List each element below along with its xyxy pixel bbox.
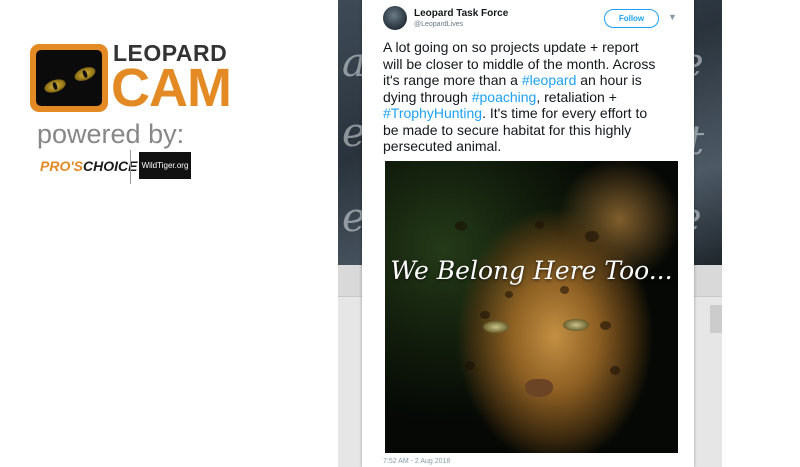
tweet-text-segment: it's range more than a [383,72,522,88]
hashtag-link[interactable]: #leopard [522,72,577,88]
tweet-card: Leopard Task Force @LeopardLives Follow … [362,0,694,467]
branding-panel: LEOPARD CAM powered by: PRO'SCHOICE Wild… [0,0,330,467]
tweet-timestamp[interactable]: 7:52 AM - 2 Aug 2018 [383,458,450,465]
tweet-text-segment: dying through [383,88,472,105]
hashtag-link[interactable]: #poaching [472,89,537,105]
tweet-text-line: will be closer to middle of the month. A… [383,56,683,73]
logo-title-big: CAM [111,58,232,118]
tweet-text-line: A lot going on so projects update + repo… [383,39,683,56]
avatar[interactable] [383,6,407,30]
tweet-text-segment: . It's time for every effort to [482,105,648,121]
tweet-text-line: persecuted animal. [383,138,683,155]
tweet-text-line: dying through #poaching, retaliation + [383,89,683,106]
leopard-cam-logo-icon [30,44,108,112]
tweet-text-segment: will be closer to middle of the month. A… [383,55,656,72]
leopard-eye-icon [563,319,589,331]
tweet-text-line: it's range more than a #leopard an hour … [383,72,683,89]
leopard-eye-icon [483,321,509,333]
side-scroll-handle[interactable] [710,305,722,333]
powered-by-label: powered by: [37,119,185,149]
sponsor-divider [130,150,131,184]
hashtag-link[interactable]: #TrophyHunting [383,105,482,121]
wildtiger-logo: WildTiger.org [139,152,191,179]
leopard-eye-icon [72,64,98,84]
chevron-down-icon[interactable]: ▼ [668,12,677,22]
tweet-text-segment: be made to secure habitat for this highl… [383,121,632,138]
tweet-text: A lot going on so projects update + repo… [383,39,683,155]
follow-button[interactable]: Follow [604,9,659,28]
tweet-image-caption: We Belong Here Too... [390,256,673,285]
tweet-image[interactable]: We Belong Here Too... [385,161,678,453]
tweet-text-line: be made to secure habitat for this highl… [383,122,683,139]
leopard-nose [525,379,553,397]
tweet-author-handle[interactable]: @LeopardLives [414,21,463,28]
tweet-text-segment: , retaliation + [536,88,617,105]
tweet-text-segment: an hour is [576,72,642,88]
tweet-author-name[interactable]: Leopard Task Force [414,8,508,19]
tweet-text-line: #TrophyHunting. It's time for every effo… [383,105,683,122]
tweet-text-segment: persecuted animal. [383,138,502,154]
pros-choice-logo: PRO'SCHOICE [40,158,138,174]
tweet-text-segment: A lot going on so projects update + repo… [383,39,639,55]
leopard-eye-icon [42,76,68,96]
